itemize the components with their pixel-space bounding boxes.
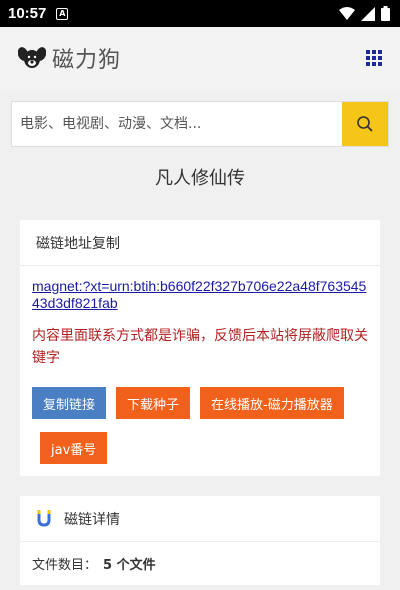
download-torrent-button[interactable]: 下载种子 bbox=[116, 387, 191, 419]
details-card-title: 磁链详情 bbox=[64, 511, 120, 528]
online-play-button[interactable]: 在线播放-磁力播放器 bbox=[200, 387, 344, 419]
file-count-label: 文件数目： bbox=[32, 558, 98, 573]
jav-code-button[interactable]: jav番号 bbox=[40, 432, 108, 464]
magnet-card: 磁链地址复制 magnet:?xt=urn:btih:b660f22f327b7… bbox=[20, 220, 380, 476]
action-buttons: 复制链接 下载种子 在线播放-磁力播放器 jav番号 bbox=[32, 387, 368, 464]
warning-text: 内容里面联系方式都是诈骗，反馈后本站将屏蔽爬取关键字 bbox=[32, 328, 368, 366]
app-header: 磁力狗 bbox=[0, 27, 400, 89]
search-icon bbox=[357, 116, 373, 132]
details-card: 磁链详情 文件数目： 5 个文件 bbox=[20, 496, 380, 585]
details-card-header: 磁链详情 bbox=[20, 496, 380, 542]
logo[interactable]: 磁力狗 bbox=[18, 42, 121, 74]
signal-icon bbox=[361, 6, 375, 21]
search-input[interactable] bbox=[12, 102, 342, 146]
status-icons bbox=[339, 6, 390, 21]
status-time: 10:57 bbox=[8, 5, 47, 22]
logo-text: 磁力狗 bbox=[52, 48, 122, 73]
file-count-value: 5 个文件 bbox=[103, 558, 156, 573]
battery-icon bbox=[381, 6, 390, 21]
status-bar: 10:57 A bbox=[0, 0, 400, 27]
page-title: 凡人修仙传 bbox=[155, 168, 245, 189]
notification-icon: A bbox=[56, 7, 69, 20]
copy-link-button[interactable]: 复制链接 bbox=[32, 387, 107, 419]
search-bar bbox=[11, 101, 389, 147]
file-count-row: 文件数目： 5 个文件 bbox=[20, 542, 380, 585]
magnet-card-title: 磁链地址复制 bbox=[20, 220, 380, 266]
wifi-icon bbox=[339, 6, 355, 20]
search-button[interactable] bbox=[342, 102, 388, 146]
magnet-link[interactable]: magnet:?xt=urn:btih:b660f22f327b706e22a4… bbox=[32, 278, 368, 312]
dog-icon bbox=[18, 47, 46, 68]
grid-menu-icon[interactable] bbox=[364, 48, 384, 68]
magnet-icon bbox=[37, 509, 51, 527]
